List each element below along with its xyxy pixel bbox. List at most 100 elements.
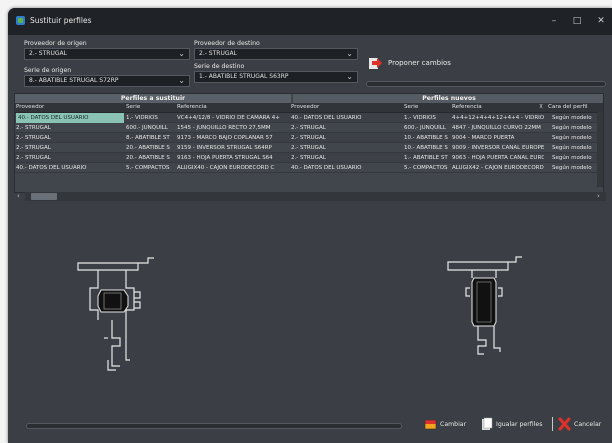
chevron-down-icon: ⌄ [178, 76, 185, 85]
equalize-profiles-label: Igualar perfiles [496, 421, 543, 428]
cell-reference-old[interactable]: 9163 - HOJA PUERTA STRUGAL S64 [177, 153, 289, 163]
change-label: Cambiar [440, 421, 467, 428]
grid-horizontal-scrollbar[interactable] [25, 192, 606, 201]
cell-series-new[interactable]: 10.- ABATIBLE S [404, 143, 450, 153]
propose-changes-icon [369, 58, 382, 69]
cell-supplier-new[interactable]: 40.- DATOS DEL USUARIO [291, 113, 401, 123]
col-header-profile-face[interactable]: Cara del perfil [548, 103, 603, 112]
minimize-icon[interactable]: – [547, 15, 561, 27]
cell-profile-face[interactable]: Según modelo [552, 143, 600, 153]
title-bar: Sustituir perfiles – □ ✕ [8, 8, 612, 35]
profiles-grid: Perfiles a sustituir Perfiles nuevos Pro… [14, 93, 604, 193]
col-header-supplier-new[interactable]: Proveedor [291, 103, 401, 112]
destination-series-label: Serie de destino [194, 63, 245, 70]
separator [552, 417, 553, 431]
table-row[interactable]: 2.- STRUGAL 600.- JUNQUILL 1545 - JUNQUI… [15, 123, 603, 133]
origin-series-select[interactable]: 8.- ABATIBLE STRUGAL S72RP ⌄ [24, 75, 190, 87]
old-profile-drawing [77, 257, 154, 371]
scroll-left-icon[interactable]: ‹ [17, 192, 20, 201]
cell-reference-new[interactable]: ALUGIX42 - CAJON EURODECORD C [452, 163, 544, 173]
table-row[interactable]: 2.- STRUGAL 20.- ABATIBLE S 9159 - INVER… [15, 143, 603, 153]
cell-reference-new[interactable]: 9009 - INVERSOR CANAL EUROPEO [452, 143, 544, 153]
cell-series-new[interactable]: 600.- JUNQUILL [404, 123, 450, 133]
cell-reference-old[interactable]: 9173 - MARCO BAJO COPLANAR 57 [177, 133, 289, 143]
cell-profile-face[interactable]: Según modelo [552, 123, 600, 133]
sort-arrow-icon: ⊼ [539, 104, 544, 110]
col-header-reference-new[interactable]: Referencia [452, 103, 538, 112]
cell-reference-old[interactable]: ALUGIX40 - CAJON EURODECORD C [177, 163, 289, 173]
cell-supplier-old[interactable]: 2.- STRUGAL [16, 123, 124, 133]
cell-series-old[interactable]: 5.- COMPACTOS [126, 163, 176, 173]
cell-profile-face[interactable]: Según modelo [552, 113, 600, 123]
scrollbar-thumb[interactable] [31, 193, 57, 200]
close-icon[interactable]: ✕ [594, 15, 608, 27]
cell-reference-new[interactable]: 4847 - JUNQUILLO CURVO 22MM [452, 123, 544, 133]
cell-supplier-old[interactable]: 40.- DATOS DEL USUARIO [16, 163, 124, 173]
cell-supplier-new[interactable]: 2.- STRUGAL [291, 133, 401, 143]
new-profile-drawing [447, 256, 522, 355]
chevron-down-icon: ⌄ [178, 49, 185, 58]
equalize-icon [482, 417, 493, 430]
table-row[interactable]: 2.- STRUGAL 20.- ABATIBLE S 9163 - HOJA … [15, 153, 603, 163]
cell-series-old[interactable]: 1.- VIDRIOS [126, 113, 176, 123]
origin-series-label: Serie de origen [24, 67, 72, 74]
cell-profile-face[interactable]: Según modelo [552, 153, 600, 163]
cell-series-new[interactable]: 1.- ABATIBLE ST [404, 153, 450, 163]
col-header-supplier-old[interactable]: Proveedor [16, 103, 124, 112]
col-header-series-new[interactable]: Serie [404, 103, 450, 112]
cell-series-old[interactable]: 600.- JUNQUILL [126, 123, 176, 133]
cell-supplier-new[interactable]: 2.- STRUGAL [291, 123, 401, 133]
propose-changes-label: Proponer cambios [388, 59, 451, 67]
cell-profile-face[interactable]: Según modelo [552, 163, 600, 173]
grid-header-row: Proveedor Serie Referencia Proveedor Ser… [15, 103, 603, 113]
scroll-right-icon[interactable]: › [597, 192, 600, 201]
table-row[interactable]: 40.- DATOS DEL USUARIO 5.- COMPACTOS ALU… [15, 163, 603, 173]
origin-supplier-label: Proveedor de origen [24, 40, 87, 47]
origin-series-value: 8.- ABATIBLE STRUGAL S72RP [29, 77, 119, 84]
cell-series-old[interactable]: 8.- ABATIBLE ST [126, 133, 176, 143]
cell-reference-new[interactable]: 9063 - HOJA PUERTA CANAL EUROP [452, 153, 544, 163]
cell-reference-old[interactable]: VC4+4/12/8 - VIDRIO DE CAMARA 4+ [177, 113, 289, 123]
substitute-profiles-window: Sustituir perfiles – □ ✕ Proveedor de or… [8, 8, 612, 443]
bottom-progress-bar [26, 423, 402, 429]
cell-series-new[interactable]: 10.- ABATIBLE S [404, 133, 450, 143]
origin-supplier-select[interactable]: 2.- STRUGAL ⌄ [24, 48, 190, 60]
band-profiles-to-replace: Perfiles a sustituir [15, 94, 291, 103]
cell-supplier-new[interactable]: 40.- DATOS DEL USUARIO [291, 163, 401, 173]
cell-series-new[interactable]: 5.- COMPACTOS [404, 163, 450, 173]
table-row[interactable]: 2.- STRUGAL 8.- ABATIBLE ST 9173 - MARCO… [15, 133, 603, 143]
destination-supplier-label: Proveedor de destino [194, 40, 260, 47]
grid-vertical-scrollbar[interactable] [597, 112, 603, 187]
cell-reference-new[interactable]: 4+4+12+4+4+12+4+4 - VIDRIO 4 [452, 113, 544, 123]
destination-supplier-value: 2.- STRUGAL [199, 50, 237, 57]
destination-supplier-select[interactable]: 2.- STRUGAL ⌄ [194, 48, 358, 60]
maximize-icon[interactable]: □ [570, 15, 584, 27]
table-row[interactable]: 40.- DATOS DEL USUARIO 1.- VIDRIOS VC4+4… [15, 113, 603, 123]
cell-supplier-old[interactable]: 40.- DATOS DEL USUARIO [16, 113, 124, 123]
cell-supplier-old[interactable]: 2.- STRUGAL [16, 153, 124, 163]
cancel-icon [558, 417, 571, 431]
cell-series-new[interactable]: 1.- VIDRIOS [404, 113, 450, 123]
cell-supplier-old[interactable]: 2.- STRUGAL [16, 143, 124, 153]
window-title: Sustituir perfiles [30, 16, 92, 25]
cell-reference-old[interactable]: 1545 - JUNQUILLO RECTO 27,5MM [177, 123, 289, 133]
cell-supplier-old[interactable]: 2.- STRUGAL [16, 133, 124, 143]
cell-supplier-new[interactable]: 2.- STRUGAL [291, 153, 401, 163]
cell-reference-new[interactable]: 9004 - MARCO PUERTA [452, 133, 544, 143]
cell-series-old[interactable]: 20.- ABATIBLE S [126, 143, 176, 153]
destination-series-value: 1.- ABATIBLE STRUGAL S63RP [199, 73, 289, 80]
col-header-reference-old[interactable]: Referencia [177, 103, 289, 112]
cell-reference-old[interactable]: 9159 - INVERSOR STRUGAL S64RP [177, 143, 289, 153]
change-icon [424, 419, 437, 430]
destination-series-select[interactable]: 1.- ABATIBLE STRUGAL S63RP ⌄ [194, 71, 358, 83]
col-header-series-old[interactable]: Serie [126, 103, 176, 112]
chevron-down-icon: ⌄ [346, 49, 353, 58]
cell-profile-face[interactable]: Según modelo [552, 133, 600, 143]
cancel-label: Cancelar [574, 421, 602, 428]
chevron-down-icon: ⌄ [346, 72, 353, 81]
cell-supplier-new[interactable]: 2.- STRUGAL [291, 143, 401, 153]
band-new-profiles: Perfiles nuevos [293, 94, 603, 103]
cell-series-old[interactable]: 20.- ABATIBLE S [126, 153, 176, 163]
progress-bar [366, 81, 606, 87]
app-icon [16, 16, 25, 25]
